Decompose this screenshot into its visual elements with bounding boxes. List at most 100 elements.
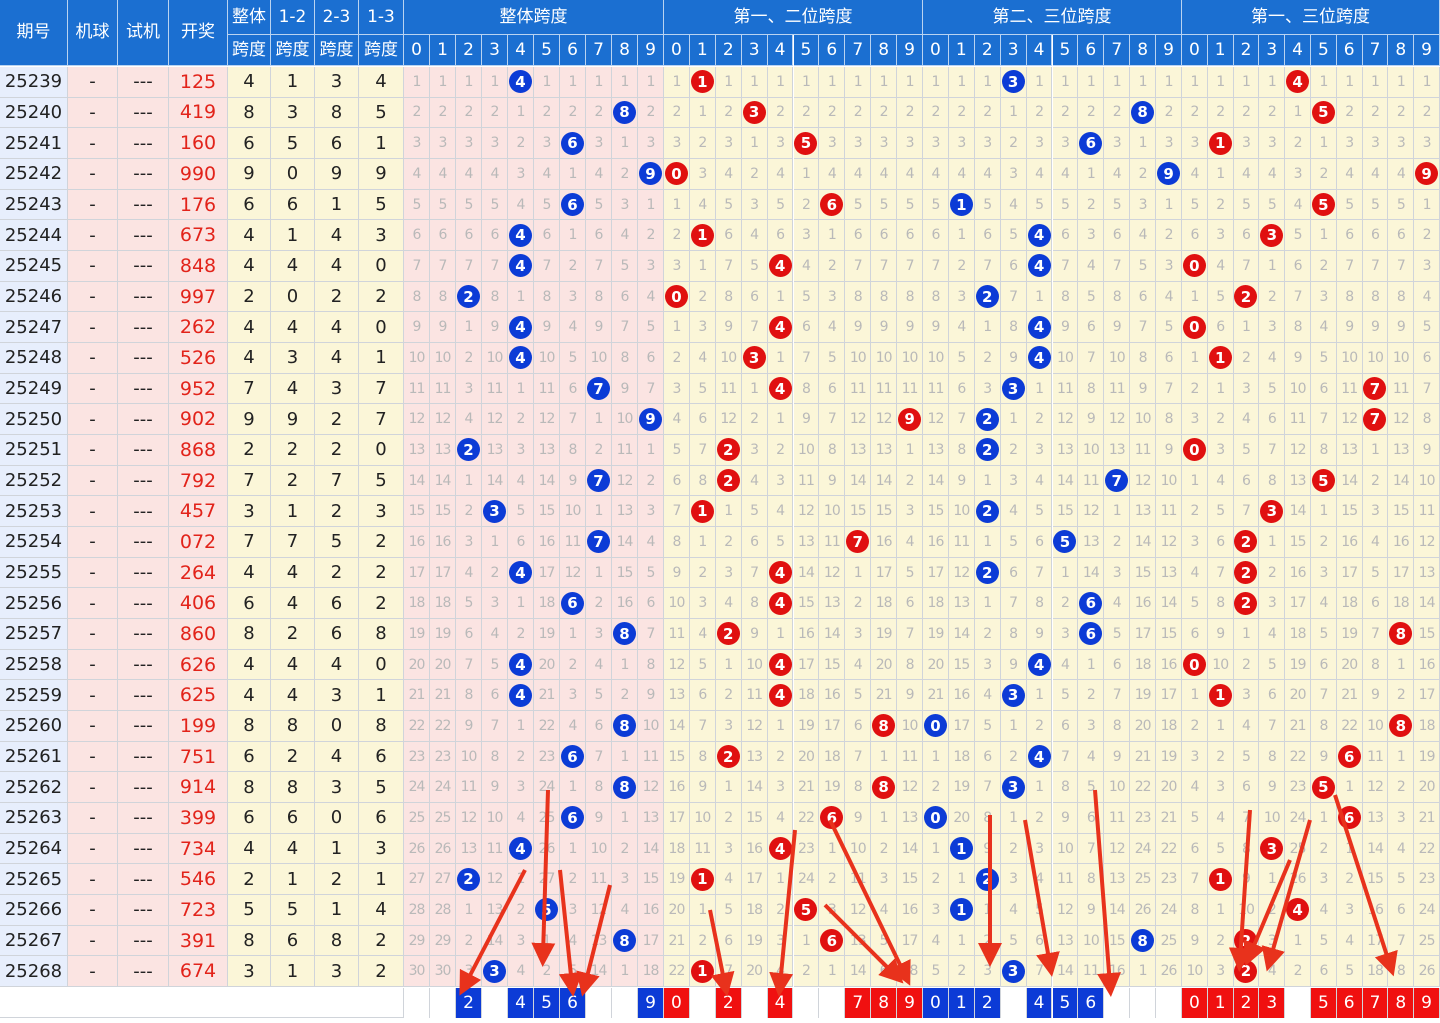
miss-cell: 2 <box>638 220 664 251</box>
header-digit: 9 <box>1156 35 1182 66</box>
miss-cell: 17 <box>897 925 923 957</box>
miss-cell: 6 <box>1104 220 1131 251</box>
miss-cell: 2 <box>1000 833 1027 865</box>
header-span-13-bottom: 跨度 <box>359 35 404 66</box>
miss-cell: 19 <box>793 711 820 742</box>
miss-cell: 13 <box>1388 435 1415 466</box>
span-cell: 8 <box>271 711 315 742</box>
span-cell: 2 <box>315 435 359 466</box>
hit-ball: 5 <box>794 898 818 922</box>
miss-cell: 18 <box>1388 588 1415 620</box>
span-cell: 2 <box>315 281 359 313</box>
span-cell: 4 <box>228 312 271 344</box>
miss-cell: 2 <box>508 404 534 436</box>
miss-cell: 22 <box>1130 772 1157 804</box>
miss-cell: 9 <box>923 312 949 344</box>
miss-cell: 4 <box>767 803 794 834</box>
span-cell: 2 <box>359 588 404 620</box>
miss-cell: 3 <box>1388 128 1415 159</box>
miss-cell: 15 <box>612 557 638 589</box>
machine-cell: - <box>68 281 118 313</box>
miss-cell: 1 <box>1311 128 1337 159</box>
miss-cell: 5 <box>1104 619 1131 650</box>
miss-cell: 7 <box>1182 864 1208 896</box>
miss-cell: 26 <box>1285 864 1311 896</box>
miss-cell: 5 <box>923 956 949 988</box>
hit-ball: 4 <box>509 254 532 278</box>
issue-cell: 25256 <box>0 588 68 620</box>
span-cell: 3 <box>359 496 404 528</box>
miss-cell: 11 <box>1052 864 1079 896</box>
miss-cell: 15 <box>1156 619 1182 650</box>
miss-cell: 22 <box>1414 833 1440 865</box>
miss-cell: 5 <box>948 343 975 374</box>
miss-cell: 4 <box>1182 557 1208 589</box>
miss-cell: 2 <box>664 97 690 129</box>
miss-cell: 8 <box>1052 281 1079 313</box>
miss-cell: 1 <box>1362 435 1389 466</box>
miss-cell: 6 <box>456 220 482 251</box>
miss-cell: 10 <box>715 343 742 374</box>
miss-cell: 10 <box>1207 649 1234 681</box>
miss-cell: 12 <box>1130 465 1157 497</box>
hit-ball: 4 <box>509 683 532 707</box>
hit-ball: 5 <box>1053 530 1077 554</box>
hit-cell: 4 <box>1285 67 1311 98</box>
miss-cell: 4 <box>871 895 898 926</box>
miss-cell: 17 <box>819 711 846 742</box>
hit-cell: 8 <box>612 619 638 650</box>
miss-cell: 5 <box>1000 527 1027 558</box>
miss-cell: 11 <box>1336 373 1363 405</box>
miss-cell: 1 <box>612 649 638 681</box>
miss-cell: 5 <box>534 189 560 221</box>
miss-cell: 4 <box>1078 741 1105 773</box>
miss-cell: 7 <box>1388 925 1415 957</box>
miss-cell: 7 <box>664 496 690 528</box>
miss-cell: 5 <box>741 496 768 528</box>
hit-ball: 6 <box>1079 622 1103 646</box>
miss-cell: 8 <box>871 281 898 313</box>
span-cell: 5 <box>271 128 315 159</box>
miss-cell: 3 <box>612 189 638 221</box>
pick-cell-empty <box>404 988 430 1018</box>
miss-cell: 5 <box>638 557 664 589</box>
miss-cell: 3 <box>1207 772 1234 804</box>
span-cell: 6 <box>228 128 271 159</box>
miss-cell: 2 <box>1182 496 1208 528</box>
miss-cell: 4 <box>897 527 923 558</box>
hit-cell: 6 <box>819 189 846 221</box>
miss-cell: 1 <box>1233 67 1260 98</box>
draw-cell: 734 <box>169 833 228 865</box>
miss-cell: 7 <box>534 251 560 282</box>
miss-cell: 2 <box>1052 97 1079 129</box>
span-cell: 7 <box>359 404 404 436</box>
hit-ball: 4 <box>1027 653 1051 677</box>
miss-cell: 24 <box>430 772 456 804</box>
hit-ball: 2 <box>1234 530 1258 554</box>
miss-cell: 3 <box>974 128 1001 159</box>
miss-cell: 3 <box>1130 189 1157 221</box>
pick-cell: 1 <box>1207 988 1234 1018</box>
miss-cell: 30 <box>404 956 430 988</box>
span-cell: 3 <box>228 956 271 988</box>
miss-cell: 19 <box>741 925 768 957</box>
miss-cell: 9 <box>793 404 820 436</box>
span-cell: 9 <box>315 159 359 190</box>
miss-cell: 19 <box>1130 680 1157 712</box>
miss-cell: 7 <box>1078 343 1105 374</box>
pick-cell-empty <box>1285 988 1311 1018</box>
miss-cell: 1 <box>1052 557 1079 589</box>
miss-cell: 6 <box>1362 220 1389 251</box>
miss-cell: 10 <box>482 343 508 374</box>
hit-ball: 3 <box>1260 223 1284 247</box>
miss-cell: 14 <box>948 619 975 650</box>
hit-ball: 7 <box>1363 407 1387 431</box>
miss-cell: 3 <box>689 159 716 190</box>
miss-cell: 2 <box>560 97 586 129</box>
miss-cell: 7 <box>404 251 430 282</box>
miss-cell: 9 <box>689 772 716 804</box>
miss-cell: 9 <box>638 680 664 712</box>
issue-cell: 25265 <box>0 864 68 896</box>
miss-cell: 2 <box>638 97 664 129</box>
hit-ball: 0 <box>664 285 688 309</box>
